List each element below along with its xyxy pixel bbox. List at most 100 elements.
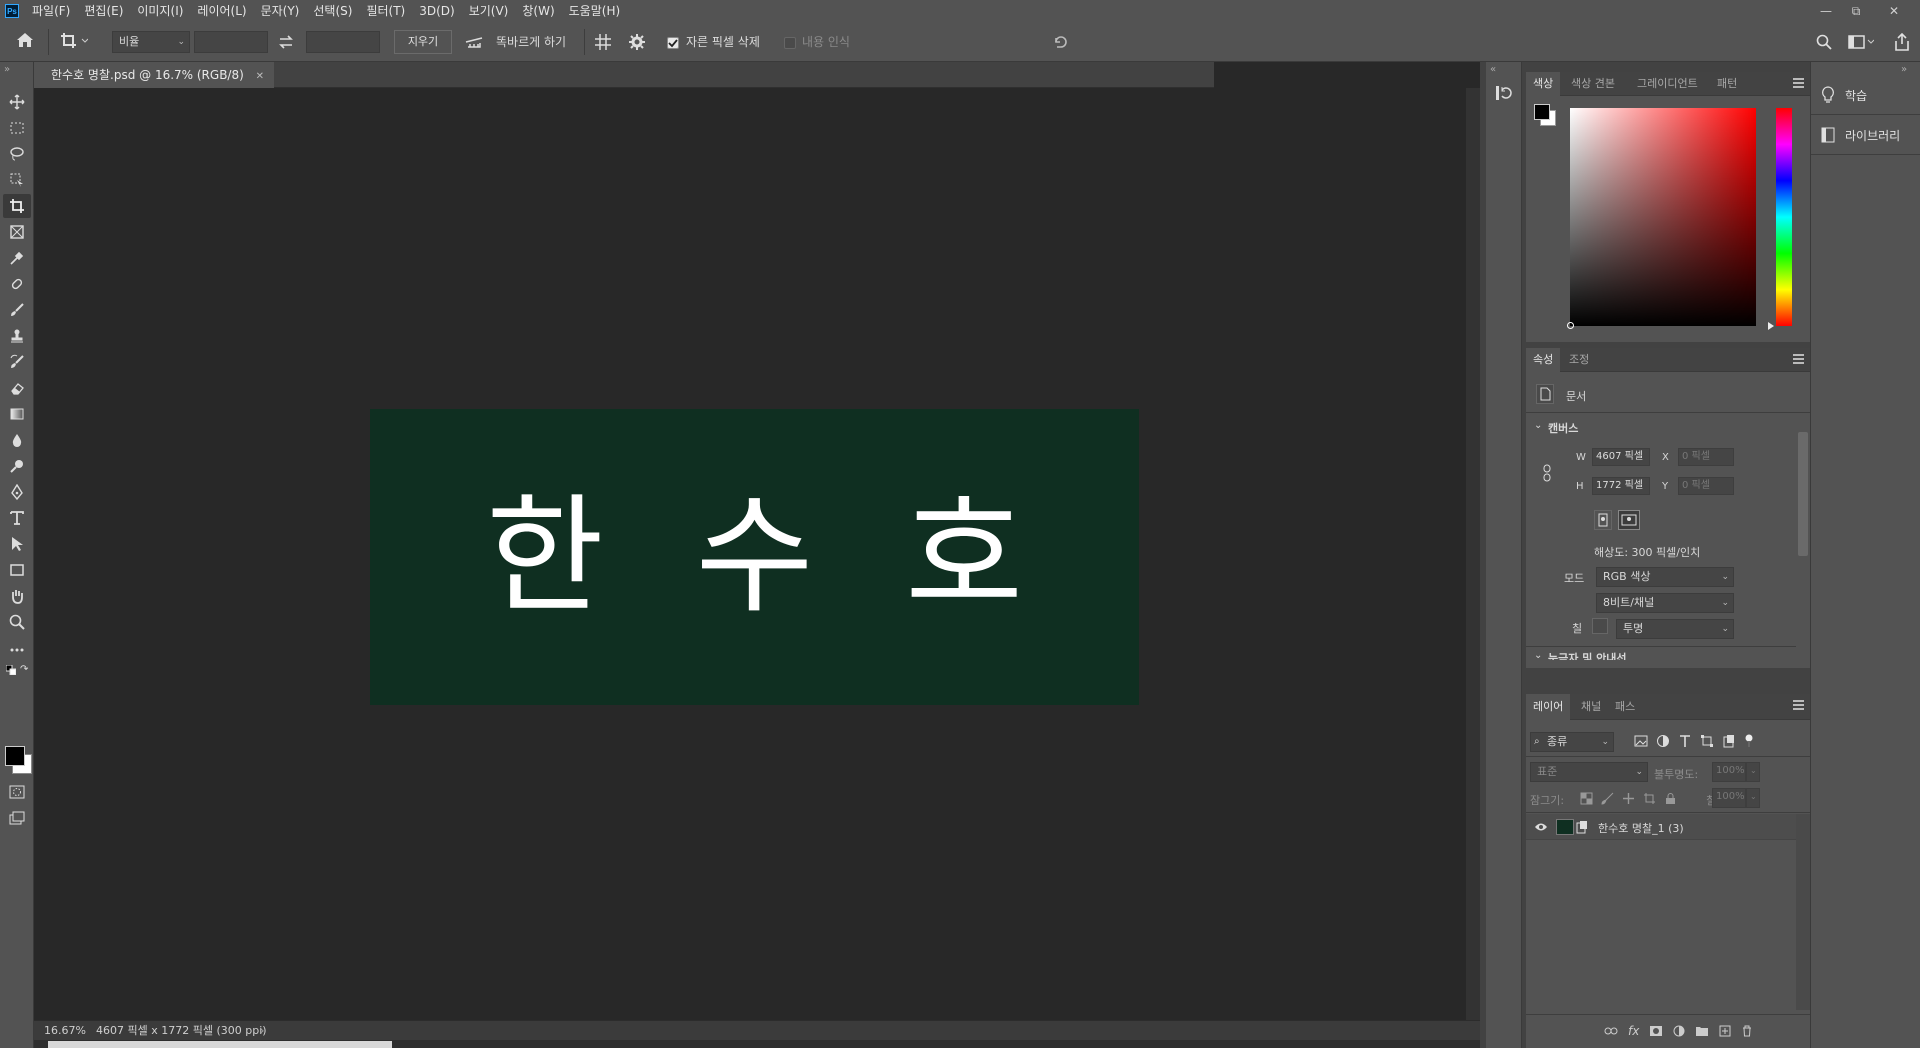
hue-slider[interactable]: [1776, 108, 1792, 326]
home-icon[interactable]: [16, 32, 34, 48]
panel-menu-icon[interactable]: [1793, 78, 1804, 88]
content-aware-checkbox[interactable]: [784, 37, 796, 49]
tab-properties[interactable]: 속성: [1526, 348, 1561, 372]
delete-cropped-checkbox[interactable]: [667, 37, 679, 49]
lock-position-icon[interactable]: [1622, 792, 1635, 805]
horizontal-scrollbar[interactable]: [34, 1040, 1480, 1048]
color-picker-cursor[interactable]: [1567, 322, 1574, 329]
menu-edit[interactable]: 편집(E): [77, 0, 130, 22]
canvas-width-field[interactable]: 4607 픽셀: [1592, 448, 1650, 466]
canvas-height-field[interactable]: 1772 픽셀: [1592, 477, 1650, 495]
delete-layer-icon[interactable]: [1741, 1025, 1753, 1037]
canvas-x-field[interactable]: 0 픽셀: [1678, 448, 1734, 466]
hue-slider-handle[interactable]: [1768, 322, 1774, 330]
fill-color-swatch[interactable]: [1592, 618, 1608, 634]
tab-adjustments[interactable]: 조정: [1562, 348, 1596, 372]
type-tool-icon[interactable]: [3, 506, 31, 530]
document-info[interactable]: 4607 픽셀 x 1772 픽셀 (300 ppi): [96, 1021, 267, 1040]
fill-opacity-field[interactable]: 100%: [1712, 788, 1746, 808]
menu-view[interactable]: 보기(V): [462, 0, 516, 22]
swap-colors-icon[interactable]: ↷: [20, 664, 28, 675]
rectangle-tool-icon[interactable]: [3, 558, 31, 582]
zoom-level[interactable]: 16.67%: [44, 1021, 86, 1040]
document-tab[interactable]: 한수호 명찰.psd @ 16.7% (RGB/8) ✕: [34, 62, 275, 88]
eraser-tool-icon[interactable]: [3, 376, 31, 400]
panel-menu-icon[interactable]: [1793, 700, 1804, 710]
layer-fx-icon[interactable]: fx: [1628, 1025, 1639, 1037]
document-canvas[interactable]: 한 수 호: [370, 409, 1139, 705]
tab-paths[interactable]: 패스: [1608, 694, 1642, 720]
layer-filter-select[interactable]: ⌕ 종류 ⌄: [1530, 732, 1614, 752]
clear-button[interactable]: 지우기: [394, 30, 452, 54]
history-brush-tool-icon[interactable]: [3, 350, 31, 374]
gradient-tool-icon[interactable]: [3, 402, 31, 426]
opacity-field[interactable]: 100%: [1712, 762, 1746, 782]
fill-select[interactable]: 투명 ⌄: [1616, 619, 1734, 639]
straighten-label[interactable]: 똑바르게 하기: [496, 32, 566, 52]
menu-3d[interactable]: 3D(D): [412, 0, 461, 22]
layers-scrollbar[interactable]: [1796, 814, 1810, 1010]
ratio-select[interactable]: 비율 ⌄: [112, 31, 190, 53]
minimize-icon[interactable]: —: [1812, 0, 1840, 22]
canvas-section-title[interactable]: 캔버스: [1548, 420, 1578, 436]
tab-layers[interactable]: 레이어: [1526, 694, 1571, 720]
link-layers-icon[interactable]: [1604, 1025, 1618, 1037]
new-layer-icon[interactable]: [1719, 1025, 1731, 1037]
blend-mode-select[interactable]: 표준 ⌄: [1530, 762, 1648, 782]
share-icon[interactable]: [1894, 33, 1910, 51]
eyedropper-tool-icon[interactable]: [3, 246, 31, 270]
filter-toggle-icon[interactable]: [1744, 734, 1754, 748]
menu-image[interactable]: 이미지(I): [130, 0, 190, 22]
reset-icon[interactable]: [1052, 34, 1070, 50]
portrait-orientation-icon[interactable]: [1594, 510, 1612, 530]
horizontal-scroll-thumb[interactable]: [48, 1041, 392, 1048]
foreground-color-swatch[interactable]: [5, 746, 25, 766]
tab-channels[interactable]: 채널: [1574, 694, 1608, 720]
link-dimensions-icon[interactable]: [1542, 464, 1552, 482]
overlay-grid-icon[interactable]: [594, 33, 612, 51]
restore-icon[interactable]: ⧉: [1842, 0, 1870, 22]
more-tools-icon[interactable]: [3, 638, 31, 662]
lock-all-icon[interactable]: [1664, 792, 1677, 805]
frame-tool-icon[interactable]: [3, 220, 31, 244]
panel-foreground-swatch[interactable]: [1534, 104, 1550, 120]
lock-transparent-icon[interactable]: [1580, 792, 1593, 805]
vertical-scrollbar[interactable]: [1466, 88, 1480, 1020]
layer-name[interactable]: 한수호 명찰_1 (3): [1598, 820, 1684, 836]
landscape-orientation-icon[interactable]: [1618, 510, 1640, 530]
pen-tool-icon[interactable]: [3, 480, 31, 504]
filter-pixel-icon[interactable]: [1634, 734, 1648, 748]
menu-window[interactable]: 창(W): [515, 0, 561, 22]
screen-mode-icon[interactable]: [3, 806, 31, 830]
collapse-toolbar-icon[interactable]: »: [4, 64, 10, 75]
collapse-canvas-icon[interactable]: ⌄: [1534, 420, 1542, 431]
crop-width-input[interactable]: [194, 31, 268, 53]
panel-menu-icon[interactable]: [1793, 354, 1804, 364]
layer-visibility-eye-icon[interactable]: [1534, 821, 1548, 833]
dodge-tool-icon[interactable]: [3, 454, 31, 478]
tab-gradients[interactable]: 그레이디언트: [1630, 72, 1705, 96]
close-tab-icon[interactable]: ✕: [256, 71, 264, 82]
workspace-icon[interactable]: [1848, 34, 1874, 50]
new-adjustment-layer-icon[interactable]: [1673, 1025, 1685, 1037]
canvas-y-field[interactable]: 0 픽셀: [1678, 477, 1734, 495]
new-group-icon[interactable]: [1695, 1025, 1709, 1037]
collapse-right-dock-icon[interactable]: »: [1901, 64, 1907, 75]
clone-stamp-tool-icon[interactable]: [3, 324, 31, 348]
zoom-tool-icon[interactable]: [3, 610, 31, 634]
close-window-icon[interactable]: ✕: [1880, 0, 1908, 22]
path-selection-tool-icon[interactable]: [3, 532, 31, 556]
blur-tool-icon[interactable]: [3, 428, 31, 452]
lock-pixels-icon[interactable]: [1601, 792, 1614, 805]
fill-opacity-dropdown-icon[interactable]: ⌄: [1746, 788, 1760, 808]
menu-layer[interactable]: 레이어(L): [190, 0, 253, 22]
crop-tool-icon[interactable]: [3, 194, 31, 218]
libraries-panel-button[interactable]: 라이브러리: [1811, 118, 1920, 152]
marquee-tool-icon[interactable]: [3, 116, 31, 140]
menu-filter[interactable]: 필터(T): [359, 0, 412, 22]
move-tool-icon[interactable]: [3, 90, 31, 114]
color-picker-field[interactable]: [1567, 108, 1756, 329]
bit-depth-select[interactable]: 8비트/채널 ⌄: [1596, 593, 1734, 613]
add-mask-icon[interactable]: [1649, 1025, 1663, 1037]
opacity-dropdown-icon[interactable]: ⌄: [1746, 762, 1760, 782]
